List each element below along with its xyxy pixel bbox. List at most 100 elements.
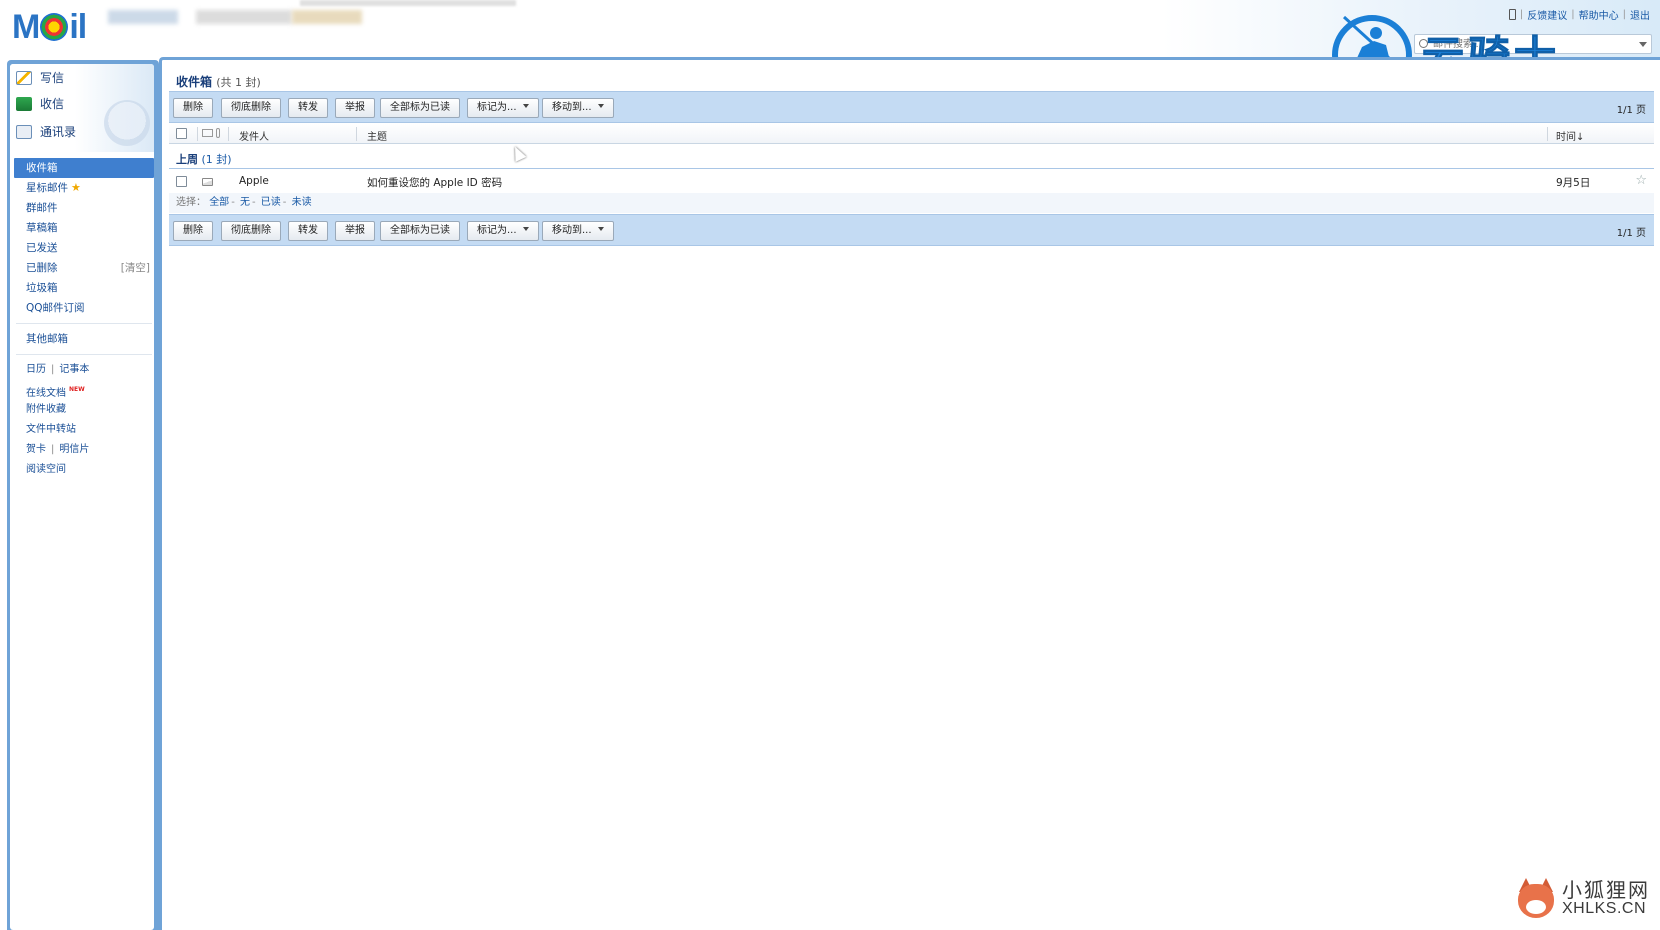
divider xyxy=(169,168,1654,169)
delete-permanently-button[interactable]: 彻底删除 xyxy=(221,221,281,241)
blurred-account xyxy=(108,10,178,24)
select-all-checkbox[interactable] xyxy=(176,128,187,139)
help-link[interactable]: 帮助中心 xyxy=(1579,7,1619,22)
folder-label: 草稿箱 xyxy=(26,222,58,234)
attachments-link[interactable]: 附件收藏 xyxy=(14,400,154,420)
compose-button[interactable]: 写信 xyxy=(16,69,64,86)
folder-qq-subscriptions[interactable]: QQ邮件订阅 xyxy=(14,298,154,318)
forward-button[interactable]: 转发 xyxy=(288,221,328,241)
inbox-title: 收件箱 xyxy=(176,75,213,89)
receive-button[interactable]: 收信 xyxy=(16,95,64,112)
mark-as-label: 标记为... xyxy=(477,225,517,236)
greeting-card-link[interactable]: 贺卡 xyxy=(26,444,46,455)
mail-subject[interactable]: 如何重设您的 Apple ID 密码 xyxy=(367,175,502,190)
folder-label: 其他邮箱 xyxy=(26,333,68,345)
penguin-mascot-icon xyxy=(104,100,150,146)
delete-button[interactable]: 删除 xyxy=(173,98,213,118)
folder-sent[interactable]: 已发送 xyxy=(14,238,154,258)
online-docs-label: 在线文档 xyxy=(26,388,66,399)
paperclip-icon xyxy=(216,128,220,138)
move-to-label: 移动到... xyxy=(552,225,592,236)
folder-spam[interactable]: 垃圾箱 xyxy=(14,278,154,298)
delete-permanently-button[interactable]: 彻底删除 xyxy=(221,98,281,118)
reading-space-link[interactable]: 阅读空间 xyxy=(14,460,154,480)
folder-drafts[interactable]: 草稿箱 xyxy=(14,218,154,238)
select-none-link[interactable]: 无 xyxy=(240,197,250,208)
file-transfer-link[interactable]: 文件中转站 xyxy=(14,420,154,440)
folder-label: QQ邮件订阅 xyxy=(26,302,85,314)
other-mailboxes[interactable]: 其他邮箱 xyxy=(14,329,154,349)
select-all-link[interactable]: 全部 xyxy=(209,197,229,208)
online-docs-link[interactable]: 在线文档 NEW xyxy=(14,380,154,400)
move-to-dropdown[interactable]: 移动到... xyxy=(542,98,614,118)
logo-text-m: M xyxy=(12,8,40,46)
select-unread-link[interactable]: 未读 xyxy=(292,197,312,208)
contacts-icon xyxy=(16,124,32,139)
time-column-header[interactable]: 时间↓ xyxy=(1556,128,1584,143)
star-outline-icon[interactable]: ☆ xyxy=(1635,173,1647,188)
mail-search[interactable] xyxy=(1414,34,1652,54)
folder-label: 收件箱 xyxy=(26,162,58,174)
postcard-link[interactable]: 明信片 xyxy=(59,444,89,455)
divider xyxy=(16,323,152,324)
divider xyxy=(356,127,357,141)
group-count: (1 封) xyxy=(201,153,232,166)
star-icon: ★ xyxy=(71,181,81,194)
folder-deleted[interactable]: 已删除 [清空] xyxy=(14,258,154,278)
forward-button[interactable]: 转发 xyxy=(288,98,328,118)
receive-label: 收信 xyxy=(40,97,65,111)
chevron-down-icon xyxy=(597,227,604,231)
search-dropdown-icon[interactable] xyxy=(1639,42,1647,47)
feedback-link[interactable]: 反馈建议 xyxy=(1527,7,1567,22)
site-watermark: 小狐狸网 XHLKS.CN xyxy=(1516,878,1650,920)
chevron-down-icon xyxy=(597,104,604,108)
read-attachment-column[interactable] xyxy=(202,128,224,139)
select-read-link[interactable]: 已读 xyxy=(261,197,281,208)
watermark-en: XHLKS.CN xyxy=(1562,900,1647,918)
folder-label: 星标邮件 xyxy=(26,182,68,194)
mail-logo[interactable]: Mil xyxy=(12,8,87,47)
mark-as-dropdown[interactable]: 标记为... xyxy=(467,221,539,241)
folder-label: 群邮件 xyxy=(26,202,58,214)
page-title: 收件箱 (共 1 封) xyxy=(176,73,261,90)
blurred-account xyxy=(292,10,362,24)
mail-checkbox[interactable] xyxy=(176,176,187,187)
mark-as-dropdown[interactable]: 标记为... xyxy=(467,98,539,118)
mail-row[interactable]: Apple 如何重设您的 Apple ID 密码 9月5日 ☆ xyxy=(169,172,1654,192)
sender-column-header[interactable]: 发件人 xyxy=(239,128,269,143)
calendar-link[interactable]: 日历 xyxy=(26,364,46,375)
tools-row-calendar: 日历 | 记事本 xyxy=(26,364,90,375)
subject-column-header[interactable]: 主题 xyxy=(367,128,387,143)
bottom-toolbar: 删除 彻底删除 转发 举报 全部标为已读 标记为... 移动到... 1/1 页 xyxy=(169,214,1654,246)
mark-all-read-button[interactable]: 全部标为已读 xyxy=(380,98,460,118)
reading-space-label: 阅读空间 xyxy=(26,464,66,475)
blurred-account xyxy=(196,10,292,24)
empty-deleted-link[interactable]: [清空] xyxy=(121,258,150,278)
top-links: | 反馈建议 | 帮助中心 | 退出 xyxy=(1508,7,1650,22)
search-input[interactable] xyxy=(1433,36,1623,52)
divider xyxy=(228,127,229,141)
report-button[interactable]: 举报 xyxy=(335,98,375,118)
logout-link[interactable]: 退出 xyxy=(1630,7,1650,22)
folder-starred[interactable]: 星标邮件 ★ xyxy=(14,178,154,198)
notes-link[interactable]: 记事本 xyxy=(59,364,89,375)
delete-button[interactable]: 删除 xyxy=(173,221,213,241)
logo-o-icon xyxy=(40,13,69,41)
folder-group-mail[interactable]: 群邮件 xyxy=(14,198,154,218)
compose-label: 写信 xyxy=(40,71,65,85)
mark-all-read-button[interactable]: 全部标为已读 xyxy=(380,221,460,241)
mail-sender: Apple xyxy=(239,175,269,187)
watermark-cn: 小狐狸网 xyxy=(1562,878,1650,903)
contacts-button[interactable]: 通讯录 xyxy=(16,123,76,140)
report-button[interactable]: 举报 xyxy=(335,221,375,241)
mail-list-header: 发件人 主题 时间↓ xyxy=(169,124,1654,144)
move-to-dropdown[interactable]: 移动到... xyxy=(542,221,614,241)
group-heading-last-week[interactable]: 上周 (1 封) xyxy=(176,151,232,167)
folder-inbox[interactable]: 收件箱 xyxy=(14,158,154,178)
chevron-down-icon xyxy=(522,104,529,108)
page-indicator: 1/1 页 xyxy=(1616,228,1646,239)
folder-label: 已发送 xyxy=(26,242,58,254)
mobile-icon[interactable] xyxy=(1508,9,1516,20)
mark-as-label: 标记为... xyxy=(477,102,517,113)
fox-logo-icon xyxy=(1516,878,1556,920)
